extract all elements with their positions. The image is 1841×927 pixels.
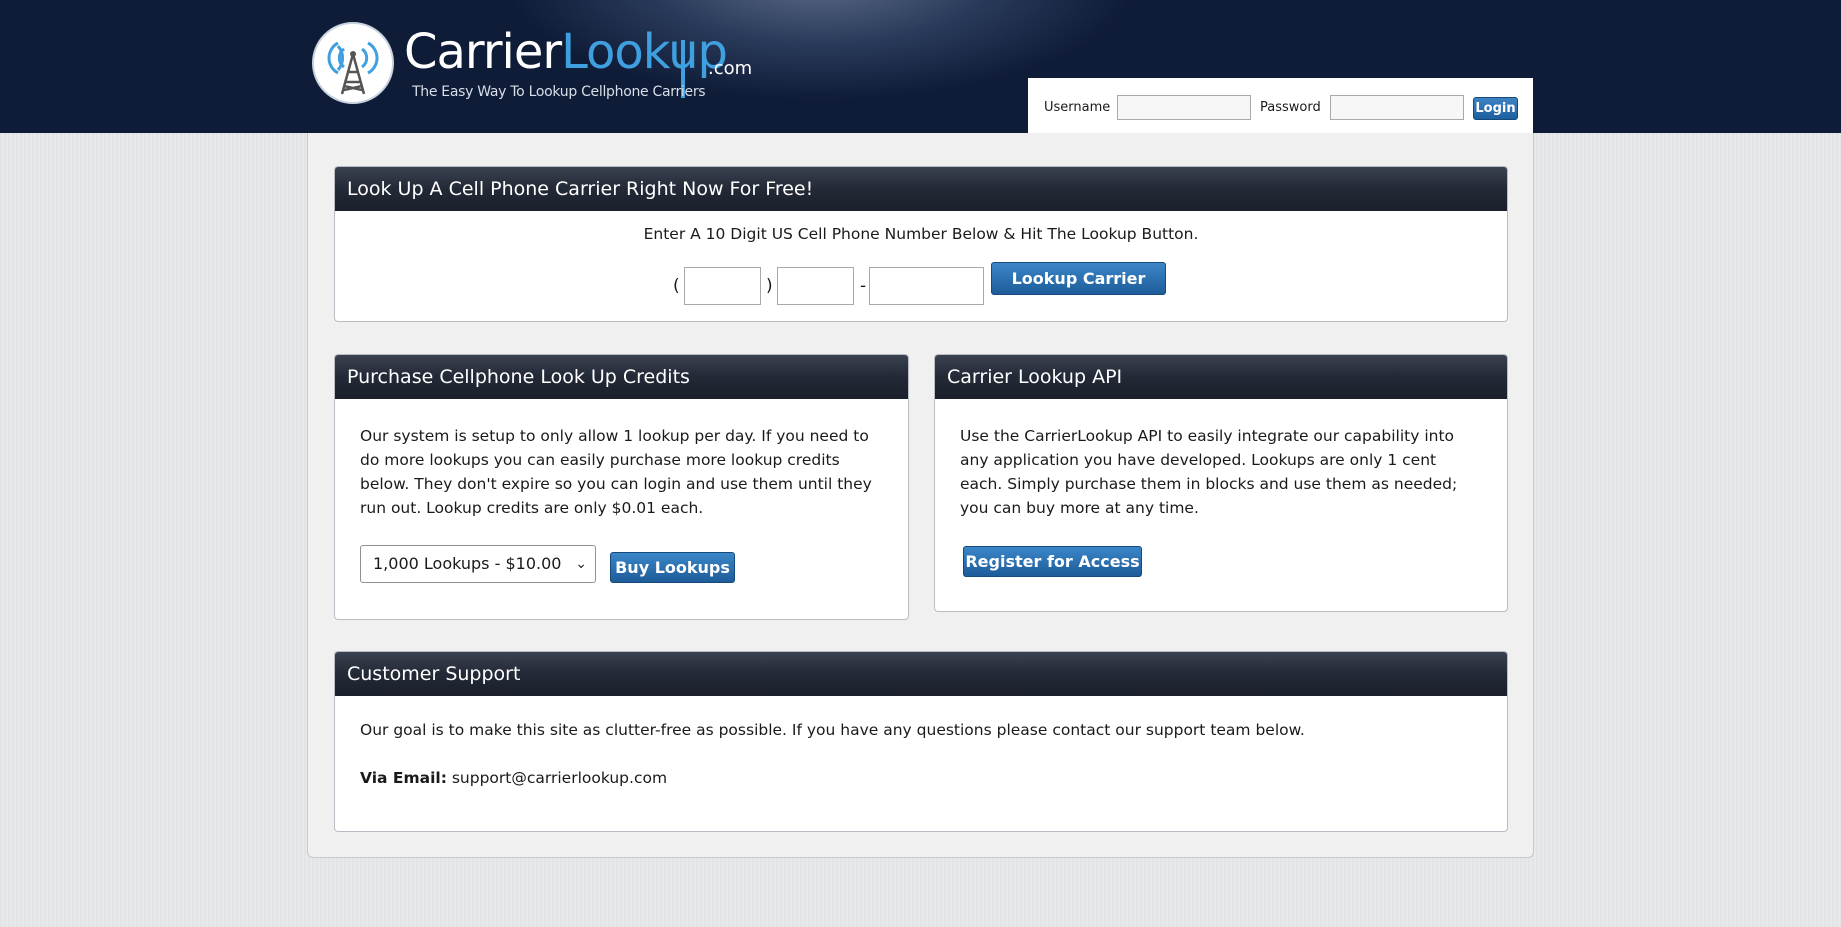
lookup-panel-title: Look Up A Cell Phone Carrier Right Now F… [335, 167, 1507, 211]
lookup-panel: Look Up A Cell Phone Carrier Right Now F… [334, 166, 1508, 322]
api-panel-title: Carrier Lookup API [935, 355, 1507, 399]
phone-dash: - [860, 276, 867, 296]
area-code-input[interactable] [684, 267, 761, 305]
credits-panel-title: Purchase Cellphone Look Up Credits [335, 355, 908, 399]
credits-package-select[interactable]: 1,000 Lookups - $10.00 ⌄ [360, 545, 596, 583]
open-paren: ( [673, 276, 680, 296]
logo-wordmark: CarrierLookup [404, 24, 728, 80]
site-logo[interactable]: CarrierLookup .com The Easy Way To Looku… [312, 22, 752, 106]
close-paren: ) [766, 276, 773, 296]
main-container: Look Up A Cell Phone Carrier Right Now F… [307, 133, 1534, 858]
support-email-line: Via Email: support@carrierlookup.com [360, 766, 667, 790]
password-input[interactable] [1330, 95, 1464, 120]
support-description: Our goal is to make this site as clutter… [360, 721, 1305, 739]
support-panel-title: Customer Support [335, 652, 1507, 696]
support-panel: Customer Support Our goal is to make thi… [334, 651, 1508, 832]
login-form: Username Password Login [1028, 78, 1533, 133]
support-email-link[interactable]: support@carrierlookup.com [452, 769, 667, 787]
credits-description: Our system is setup to only allow 1 look… [360, 427, 872, 517]
api-description: Use the CarrierLookup API to easily inte… [960, 427, 1458, 517]
cell-tower-icon [312, 22, 394, 104]
password-label: Password [1260, 100, 1321, 115]
login-button[interactable]: Login [1473, 97, 1518, 120]
chevron-down-icon: ⌄ [575, 556, 587, 572]
site-header: CarrierLookup .com The Easy Way To Looku… [0, 0, 1841, 133]
register-for-access-button[interactable]: Register for Access [963, 546, 1142, 577]
lookup-instructions: Enter A 10 Digit US Cell Phone Number Be… [643, 225, 1199, 243]
prefix-input[interactable] [777, 267, 854, 305]
buy-lookups-button[interactable]: Buy Lookups [610, 552, 735, 583]
credits-selected-option: 1,000 Lookups - $10.00 [373, 554, 562, 573]
line-number-input[interactable] [869, 267, 984, 305]
logo-tagline: The Easy Way To Lookup Cellphone Carrier… [412, 84, 706, 100]
credits-panel: Purchase Cellphone Look Up Credits Our s… [334, 354, 909, 620]
lookup-carrier-button[interactable]: Lookup Carrier Now [991, 262, 1166, 319]
username-label: Username [1044, 100, 1111, 115]
email-label: Via Email: [360, 769, 447, 787]
username-input[interactable] [1117, 95, 1251, 120]
api-panel: Carrier Lookup API Use the CarrierLookup… [934, 354, 1508, 612]
logo-dotcom: .com [708, 58, 753, 79]
